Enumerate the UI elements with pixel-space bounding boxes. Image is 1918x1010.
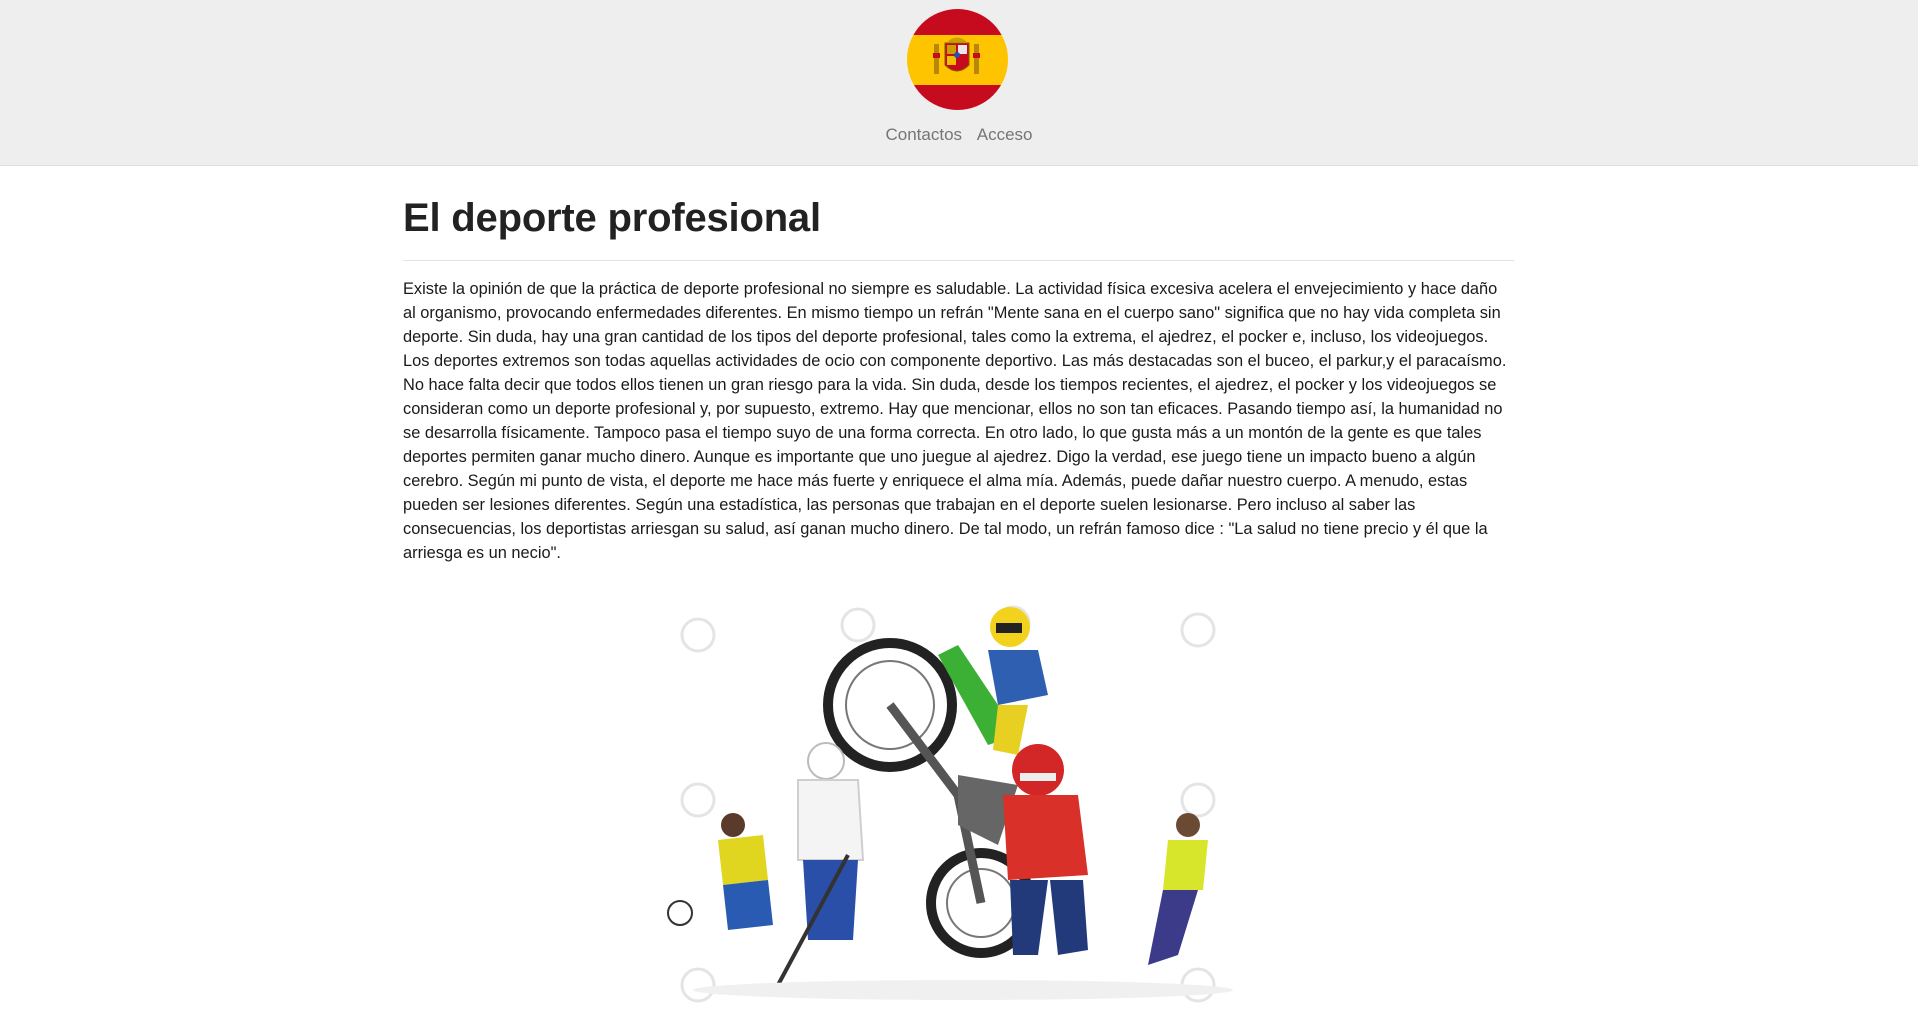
spain-flag-logo-icon[interactable]: [907, 9, 1008, 110]
sports-collage-image: [658, 585, 1268, 1005]
main-nav: Contactos Acceso: [0, 125, 1918, 149]
site-header: Contactos Acceso: [0, 0, 1918, 166]
nav-link-contactos[interactable]: Contactos: [885, 125, 962, 145]
page-title: El deporte profesional: [403, 196, 821, 240]
article-body: Existe la opinión de que la práctica de …: [403, 280, 1507, 562]
nav-link-acceso[interactable]: Acceso: [977, 125, 1033, 145]
divider: [403, 260, 1514, 261]
